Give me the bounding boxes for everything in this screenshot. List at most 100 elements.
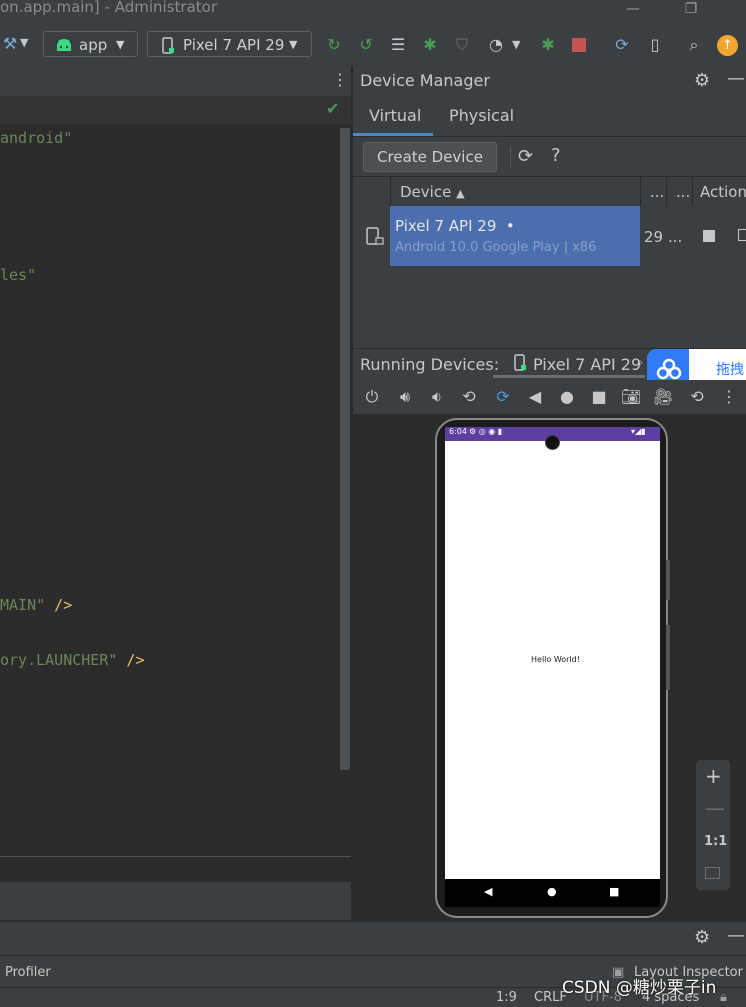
- baidu-drag-label: 拖拽: [716, 362, 744, 378]
- run-config-dropdown[interactable]: app ▼: [43, 31, 138, 57]
- rerun-icon[interactable]: ↻: [324, 35, 344, 55]
- apply-changes-icon[interactable]: ↺: [356, 35, 376, 55]
- device-manager-icon[interactable]: ▯: [645, 35, 665, 55]
- profiler-tab[interactable]: Profiler: [5, 965, 51, 980]
- tab-active-indicator: [493, 375, 645, 378]
- code-line: MAIN" />: [0, 596, 73, 614]
- zoom-actual-size[interactable]: 1:1: [704, 834, 727, 849]
- device-label: Pixel 7 API 29: [183, 36, 285, 54]
- column-divider: [640, 177, 641, 207]
- zoom-in-icon[interactable]: +: [705, 764, 722, 788]
- phone-side-button[interactable]: [666, 560, 670, 600]
- toolbar-divider: [510, 146, 511, 168]
- chevron-right-icon[interactable]: ›: [638, 355, 644, 371]
- home-icon[interactable]: ●: [554, 385, 580, 409]
- list-icon[interactable]: ☰: [388, 35, 408, 55]
- gear-icon[interactable]: ⚙: [694, 70, 710, 91]
- status-time: 6:04: [449, 427, 467, 436]
- phone-device-icon: [162, 37, 174, 54]
- phone-side-button[interactable]: [666, 625, 670, 690]
- editor-scrollbar[interactable]: [340, 128, 350, 770]
- window-title: on.app.main] - Administrator: [0, 0, 217, 16]
- column-device[interactable]: Device ▲: [400, 177, 465, 207]
- open-device-icon[interactable]: [738, 229, 746, 241]
- debug-bug-icon[interactable]: ✱: [420, 35, 440, 55]
- cloud-icon: [656, 358, 682, 380]
- lock-icon[interactable]: 🔒︎: [720, 990, 727, 1005]
- running-device-tab[interactable]: Pixel 7 API 29: [533, 355, 641, 374]
- build-hammer-icon[interactable]: ⚒: [0, 34, 20, 54]
- gear-icon[interactable]: ⚙: [694, 927, 710, 948]
- stop-device-icon[interactable]: [703, 230, 715, 242]
- back-icon[interactable]: ◀: [522, 385, 548, 409]
- tab-physical[interactable]: Physical: [449, 106, 514, 125]
- device-name-cell[interactable]: Pixel 7 API 29 • Android 10.0 Google Pla…: [390, 206, 640, 266]
- power-icon[interactable]: ⏻: [359, 385, 385, 409]
- chevron-down-icon: ▼: [116, 38, 125, 51]
- profile-gauge-icon[interactable]: ◔: [486, 35, 506, 55]
- nav-home-icon[interactable]: ●: [547, 885, 557, 898]
- device-dropdown[interactable]: Pixel 7 API 29 ▼: [147, 31, 312, 57]
- column-divider: [390, 177, 391, 207]
- help-icon[interactable]: ?: [551, 145, 561, 166]
- hello-world-text: Hello World!: [531, 655, 580, 664]
- chevron-down-icon[interactable]: ▼: [20, 36, 28, 49]
- column-size[interactable]: ...: [676, 177, 690, 207]
- volume-up-icon[interactable]: 🔊︎: [392, 385, 418, 409]
- tab-active-indicator: [353, 133, 433, 136]
- search-icon[interactable]: ⌕: [684, 35, 704, 55]
- inspection-ok-check-icon[interactable]: ✔: [326, 99, 339, 118]
- column-divider: [666, 177, 667, 207]
- column-api[interactable]: ...: [650, 177, 664, 207]
- overview-icon[interactable]: ■: [586, 385, 612, 409]
- tool-window-header: ⚙ —: [0, 921, 746, 956]
- screenshot-camera-icon[interactable]: 📷︎: [618, 385, 644, 409]
- hide-panel-icon[interactable]: —: [727, 925, 745, 946]
- minimize-icon[interactable]: —: [618, 0, 648, 20]
- tab-virtual[interactable]: Virtual: [369, 106, 421, 125]
- code-editor[interactable]: [0, 66, 351, 856]
- more-vertical-icon[interactable]: ⋮: [716, 385, 742, 409]
- more-vertical-icon[interactable]: ⋮: [332, 70, 348, 89]
- code-line: android": [0, 129, 73, 147]
- editor-header: ✔: [0, 96, 351, 124]
- editor-breadcrumb-bar: [0, 856, 351, 883]
- camera-cutout: [545, 435, 560, 450]
- attach-debugger-icon[interactable]: ✱: [538, 35, 558, 55]
- editor-footer: [0, 882, 351, 920]
- device-table-header: Device ▲ ... ... Action: [353, 176, 746, 208]
- hide-panel-icon[interactable]: —: [727, 68, 745, 89]
- caret-position[interactable]: 1:9: [496, 990, 517, 1005]
- coverage-shield-icon[interactable]: ⛉: [452, 35, 472, 55]
- android-nav-bar: ◀ ● ■: [445, 879, 660, 907]
- sort-ascending-icon: ▲: [456, 187, 465, 200]
- column-actions[interactable]: Action: [700, 177, 746, 207]
- zoom-out-icon[interactable]: —: [705, 796, 725, 820]
- code-line: ory.LAUNCHER" />: [0, 651, 145, 669]
- run-config-label: app: [79, 36, 108, 54]
- create-device-button[interactable]: Create Device: [363, 142, 497, 172]
- csdn-watermark: CSDN @糖炒栗子in: [562, 978, 717, 998]
- device-api-level: 29: [644, 228, 664, 246]
- zoom-controls: + — 1:1: [696, 760, 730, 890]
- stop-icon[interactable]: [572, 38, 586, 52]
- zoom-fit-icon[interactable]: [705, 867, 720, 879]
- chevron-down-icon[interactable]: ▼: [512, 38, 520, 51]
- restore-icon[interactable]: ❐: [676, 0, 706, 20]
- notification-icons: ⚙ ◎ ◉ ▮: [469, 427, 503, 436]
- snapshot-icon[interactable]: ⟲: [684, 385, 710, 409]
- volume-down-icon[interactable]: 🔉︎: [424, 385, 450, 409]
- screen-record-icon[interactable]: 🎥︎: [650, 385, 676, 409]
- gradle-sync-icon[interactable]: ⟳: [612, 35, 632, 55]
- emulator-screen[interactable]: [445, 427, 660, 907]
- update-available-icon[interactable]: ↑: [717, 35, 738, 56]
- rotate-right-icon[interactable]: ⟳: [490, 385, 516, 409]
- device-name: Pixel 7 API 29 •: [395, 217, 515, 235]
- refresh-icon[interactable]: ⟳: [518, 146, 533, 167]
- device-size: ...: [668, 228, 683, 246]
- rotate-left-icon[interactable]: ⟲: [456, 385, 482, 409]
- nav-back-icon[interactable]: ◀: [484, 885, 492, 898]
- signal-battery-icon: ▾◢▮: [631, 427, 646, 436]
- nav-recents-icon[interactable]: ■: [609, 885, 619, 898]
- code-line: les": [0, 266, 37, 284]
